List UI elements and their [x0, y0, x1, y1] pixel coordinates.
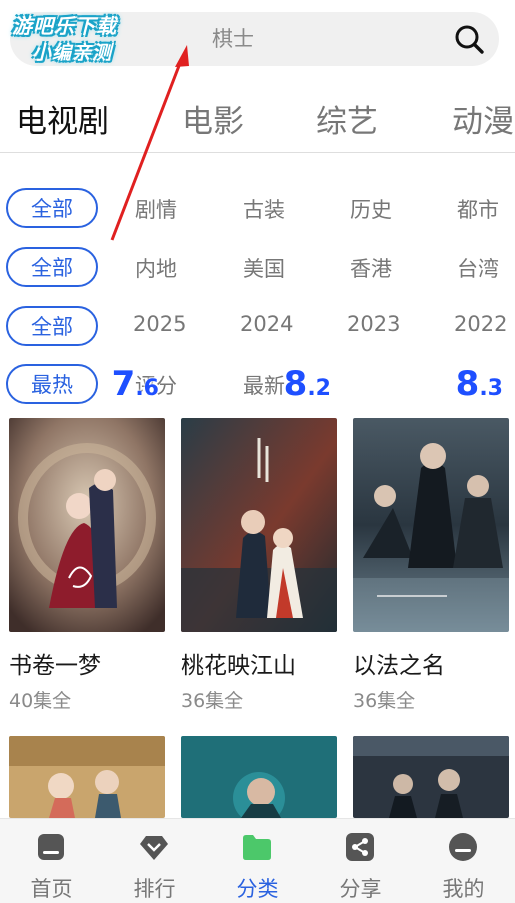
filter-option-urban[interactable]: 都市	[457, 194, 499, 224]
filter-option-2023[interactable]: 2023	[347, 312, 400, 336]
nav-home[interactable]: 首页	[0, 819, 103, 903]
filter-row-region: 全部 内地 美国 香港 台湾	[0, 245, 515, 289]
watermark-logo: 游吧乐下载 小编亲测	[6, 8, 146, 70]
score-decimal: .3	[479, 376, 503, 401]
rating-score: 8.3	[456, 367, 503, 406]
rating-score: 7.6	[112, 367, 159, 406]
filter-row-sort: 最热 评分 最新	[0, 362, 515, 406]
diamond-icon	[140, 836, 168, 860]
nav-label: 我的	[442, 877, 485, 901]
filter-option-hongkong[interactable]: 香港	[350, 253, 392, 283]
filter-row-year: 全部 2025 2024 2023 2022	[0, 304, 515, 348]
nav-category[interactable]: 分类	[206, 819, 309, 903]
drama-poster	[353, 736, 509, 818]
drama-poster	[9, 736, 165, 818]
nav-profile[interactable]: 我的	[412, 819, 515, 903]
drama-title: 以法之名	[353, 653, 445, 679]
search-icon[interactable]	[453, 23, 485, 55]
home-icon	[38, 834, 64, 860]
nav-label: 分类	[236, 877, 279, 901]
score-integer: 8	[455, 364, 480, 404]
drama-poster	[9, 418, 165, 632]
drama-title: 桃花映江山	[181, 653, 296, 679]
episode-count: 36集全	[353, 690, 416, 712]
filter-option-drama[interactable]: 剧情	[135, 194, 177, 224]
drama-poster	[353, 418, 509, 632]
filter-chip-genre-all[interactable]: 全部	[6, 188, 98, 228]
score-decimal: .2	[307, 376, 331, 401]
tab-movies[interactable]: 电影	[182, 96, 244, 141]
share-icon	[346, 833, 374, 861]
watermark-line-1: 游吧乐下载	[12, 14, 117, 38]
drama-title: 书卷一梦	[9, 653, 101, 679]
nav-ranking[interactable]: 排行	[103, 819, 206, 903]
filter-option-2022[interactable]: 2022	[454, 312, 507, 336]
filter-option-newest[interactable]: 最新	[243, 370, 285, 400]
filter-option-mainland[interactable]: 内地	[135, 253, 177, 283]
filter-chip-region-all[interactable]: 全部	[6, 247, 98, 287]
folder-icon	[243, 835, 271, 860]
rating-score: 8.2	[284, 367, 331, 406]
watermark-line-2: 小编亲测	[32, 42, 113, 64]
score-decimal: .6	[135, 376, 159, 401]
tabs-divider	[0, 152, 515, 153]
score-integer: 7	[111, 364, 136, 404]
filter-option-costume[interactable]: 古装	[243, 194, 285, 224]
episode-count: 36集全	[181, 690, 244, 712]
episode-count: 40集全	[9, 690, 72, 712]
nav-label: 排行	[133, 877, 176, 901]
drama-poster	[181, 736, 337, 818]
filter-option-2025[interactable]: 2025	[133, 312, 186, 336]
filter-row-genre: 全部 剧情 古装 历史 都市	[0, 186, 515, 230]
filter-chip-year-all[interactable]: 全部	[6, 306, 98, 346]
nav-share[interactable]: 分享	[309, 819, 412, 903]
nav-label: 分享	[339, 877, 382, 901]
drama-poster	[181, 418, 337, 632]
score-integer: 8	[283, 364, 308, 404]
bottom-nav: 首页 排行 分类 分享 我的	[0, 818, 515, 903]
profile-icon	[449, 833, 477, 861]
tab-anime[interactable]: 动漫	[452, 96, 514, 141]
filter-option-history[interactable]: 历史	[350, 194, 392, 224]
tab-variety[interactable]: 综艺	[316, 96, 378, 141]
filter-option-usa[interactable]: 美国	[243, 253, 285, 283]
main-tabs: 电视剧 电影 综艺 动漫	[0, 88, 515, 152]
filter-chip-sort-hot[interactable]: 最热	[6, 364, 98, 404]
filter-option-2024[interactable]: 2024	[240, 312, 293, 336]
nav-label: 首页	[30, 877, 73, 901]
tab-tv-series[interactable]: 电视剧	[16, 96, 109, 141]
filter-option-taiwan[interactable]: 台湾	[457, 253, 499, 283]
